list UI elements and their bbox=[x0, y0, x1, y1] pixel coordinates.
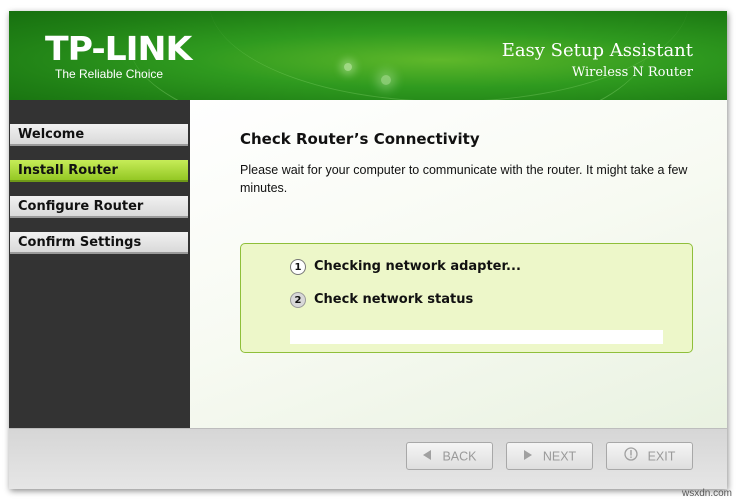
back-button[interactable]: BACK bbox=[406, 442, 493, 470]
step-label: Checking network adapter... bbox=[314, 259, 521, 274]
footer-bar: BACK NEXT EXIT bbox=[9, 428, 727, 489]
step-number-1-icon: 1 bbox=[290, 259, 306, 275]
sidebar: Welcome Install Router Configure Router … bbox=[9, 100, 190, 428]
main-content: Check Router’s Connectivity Please wait … bbox=[190, 100, 727, 428]
brand-logo: TP-LINK bbox=[45, 29, 192, 68]
page-title: Check Router’s Connectivity bbox=[240, 130, 480, 148]
step-label: Check network status bbox=[314, 292, 474, 307]
next-label: NEXT bbox=[542, 449, 577, 464]
step-number-2-icon: 2 bbox=[290, 292, 306, 308]
sidebar-item-confirm-settings[interactable]: Confirm Settings bbox=[10, 232, 188, 254]
setup-window: TP-LINK The Reliable Choice Easy Setup A… bbox=[9, 11, 727, 489]
header-banner: TP-LINK The Reliable Choice Easy Setup A… bbox=[9, 11, 727, 100]
triangle-left-icon bbox=[422, 444, 432, 470]
status-panel: 1 Checking network adapter... 2 Check netw… bbox=[240, 243, 693, 353]
exit-button[interactable]: EXIT bbox=[606, 442, 693, 470]
exit-label: EXIT bbox=[647, 449, 676, 464]
watermark: wsxdn.com bbox=[681, 488, 732, 499]
triangle-right-icon bbox=[523, 444, 533, 470]
back-label: BACK bbox=[442, 449, 477, 464]
sidebar-item-welcome[interactable]: Welcome bbox=[10, 124, 188, 146]
next-button[interactable]: NEXT bbox=[506, 442, 593, 470]
app-title: Easy Setup Assistant bbox=[501, 40, 693, 61]
sidebar-item-install-router[interactable]: Install Router bbox=[10, 160, 188, 182]
app-subtitle: Wireless N Router bbox=[571, 65, 693, 80]
page-description: Please wait for your computer to communi… bbox=[240, 163, 688, 195]
step-check-status: 2 Check network status bbox=[290, 290, 473, 310]
sidebar-item-configure-router[interactable]: Configure Router bbox=[10, 196, 188, 218]
brand-tagline: The Reliable Choice bbox=[55, 67, 164, 81]
progress-bar bbox=[290, 330, 663, 344]
step-check-adapter: 1 Checking network adapter... bbox=[290, 257, 521, 277]
info-circle-icon bbox=[623, 444, 638, 470]
